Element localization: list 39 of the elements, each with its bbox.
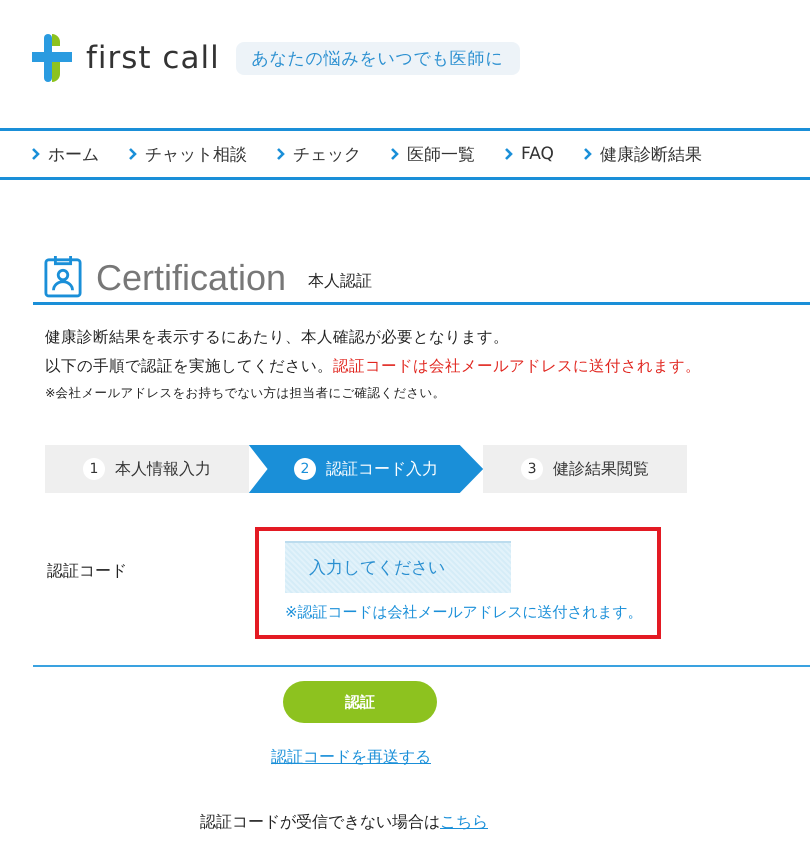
tagline: あなたの悩みをいつでも医師に — [236, 42, 520, 74]
notice-text: 認証コードは会社メールアドレスに送付されます。 — [333, 357, 701, 375]
step-number: 3 — [521, 458, 544, 480]
step-number: 1 — [82, 458, 105, 480]
intro-text: 健康診断結果を表示するにあたり、本人確認が必要となります。 — [45, 327, 510, 348]
nav-link[interactable]: 医師一覧 — [391, 142, 475, 166]
page-title: Certification — [96, 256, 286, 300]
nav-link[interactable]: FAQ — [505, 144, 554, 164]
id-badge-icon — [44, 254, 82, 298]
nav-label: FAQ — [521, 144, 554, 164]
step-label: 本人情報入力 — [114, 458, 211, 480]
chevron-icon — [129, 148, 137, 160]
instruction-text: 以下の手順で認証を実施してください。 — [45, 357, 333, 375]
chevron-icon — [32, 148, 40, 160]
step-label: 認証コード入力 — [326, 458, 438, 480]
brand-name: first call — [86, 40, 220, 76]
code-input-field[interactable]: 入力してください — [285, 541, 511, 593]
resend-link[interactable]: 認証コードを再送する — [271, 747, 431, 768]
nav-label: チャット相談 — [145, 144, 247, 166]
field-label: 認証コード — [47, 561, 128, 582]
help-text: 認証コードが受信できない場合は — [200, 812, 440, 831]
step-number: 2 — [294, 458, 316, 480]
help-link[interactable]: こちら — [440, 812, 488, 831]
note-text: ※会社メールアドレスをお持ちでない方は担当者にご確認ください。 — [45, 384, 446, 402]
step-label: 健診結果閲覧 — [553, 458, 650, 480]
chevron-icon — [505, 148, 513, 160]
nav-link[interactable]: チェック — [277, 142, 361, 166]
nav-label: 医師一覧 — [407, 144, 475, 166]
chevron-icon — [391, 148, 399, 160]
nav-link[interactable]: ホーム — [32, 142, 99, 166]
nav-label: チェック — [293, 144, 361, 166]
nav-link[interactable]: チャット相談 — [129, 142, 247, 166]
hint-text: ※認証コードは会社メールアドレスに送付されます。 — [285, 603, 644, 622]
chevron-icon — [277, 148, 285, 160]
page-subtitle: 本人認証 — [308, 271, 372, 292]
nav-link[interactable]: 健康診断結果 — [584, 142, 702, 166]
chevron-icon — [584, 148, 592, 160]
nav-label: 健康診断結果 — [600, 144, 702, 166]
nav-label: ホーム — [48, 144, 99, 166]
